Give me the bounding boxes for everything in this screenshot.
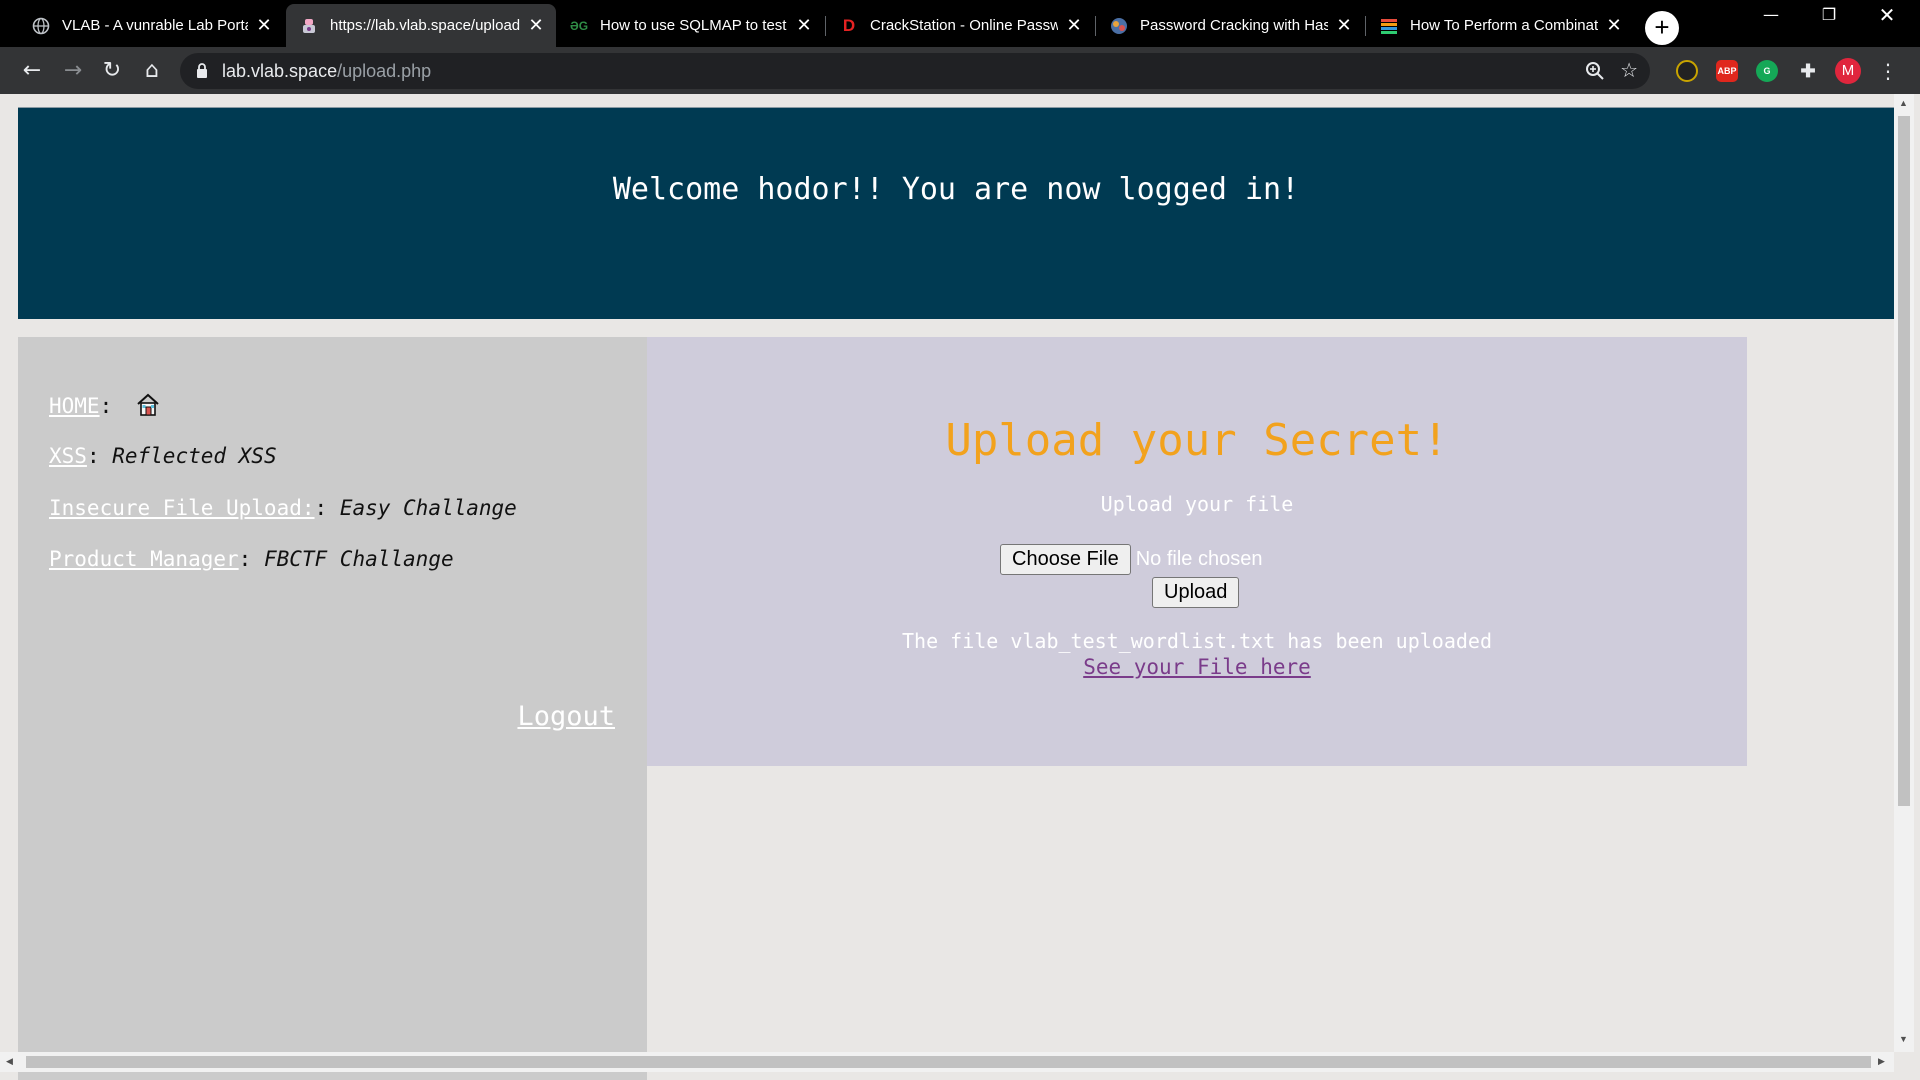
- lab-icon: [300, 17, 318, 35]
- upload-message: The file vlab_test_wordlist.txt has been…: [901, 629, 1492, 653]
- choose-file-button[interactable]: Choose File: [1000, 544, 1131, 575]
- close-tab-icon[interactable]: ✕: [526, 15, 546, 36]
- product-manager-link[interactable]: Product Manager: [49, 547, 239, 571]
- home-link[interactable]: HOME: [49, 394, 100, 418]
- reload-button[interactable]: ↻: [96, 55, 128, 87]
- home-button[interactable]: ⌂: [136, 55, 168, 87]
- nav-home: HOME:: [49, 392, 161, 418]
- globe-icon: [32, 17, 50, 35]
- url-path: /upload.php: [337, 61, 432, 81]
- tab-crackstation[interactable]: D CrackStation - Online Password ✕: [826, 4, 1094, 47]
- forward-button[interactable]: →: [57, 55, 89, 87]
- upload-subtitle: Upload your file: [1100, 492, 1294, 516]
- file-status: No file chosen: [1135, 548, 1263, 570]
- see-file-link[interactable]: See your File here: [1083, 655, 1311, 679]
- scroll-down-arrow-icon[interactable]: ▼: [1899, 1034, 1909, 1044]
- tab-sqlmap[interactable]: ƏG How to use SQLMAP to test ✕: [556, 4, 824, 47]
- minimize-button[interactable]: —: [1742, 0, 1800, 30]
- close-tab-icon[interactable]: ✕: [794, 15, 814, 36]
- tab-upload[interactable]: https://lab.vlab.space/upload.php ✕: [286, 4, 556, 47]
- lock-icon: [197, 63, 207, 78]
- hashcat-icon: [1110, 17, 1128, 35]
- horizontal-scrollbar[interactable]: ◀ ▶: [0, 1052, 1894, 1072]
- tab-hashcat[interactable]: Password Cracking with Hashcat ✕: [1096, 4, 1364, 47]
- vertical-scrollbar[interactable]: ▲ ▼: [1894, 94, 1914, 1052]
- xss-desc: Reflected XSS: [112, 444, 277, 468]
- tab-title: CrackStation - Online Password: [870, 17, 1058, 34]
- see-file-row: See your File here: [647, 655, 1747, 679]
- tab-combination-attack[interactable]: How To Perform a Combination ✕: [1366, 4, 1634, 47]
- zoom-icon[interactable]: [1584, 60, 1606, 82]
- new-tab-button[interactable]: +: [1645, 11, 1679, 45]
- profile-avatar[interactable]: M: [1835, 58, 1861, 84]
- url-text: lab.vlab.space/upload.php: [222, 61, 431, 82]
- puzzle-icon[interactable]: ✚: [1797, 60, 1819, 82]
- url-host: lab.vlab.space: [222, 61, 338, 81]
- close-tab-icon[interactable]: ✕: [1064, 15, 1084, 36]
- tab-strip: VLAB - A vunrable Lab Portal ✕ https://l…: [0, 0, 1920, 47]
- tab-title: How To Perform a Combination: [1410, 17, 1598, 34]
- back-button[interactable]: ←: [16, 55, 48, 87]
- article-icon: [1380, 17, 1398, 35]
- crackstation-icon: D: [842, 15, 856, 35]
- close-window-button[interactable]: ✕: [1858, 0, 1916, 30]
- page-title: Upload your Secret!: [945, 415, 1449, 466]
- tab-title: https://lab.vlab.space/upload.php: [330, 17, 520, 34]
- adblock-icon[interactable]: ABP: [1716, 60, 1738, 82]
- horizontal-scroll-thumb[interactable]: [26, 1056, 1871, 1068]
- upload-button[interactable]: Upload: [1152, 577, 1240, 608]
- welcome-message: Welcome hodor!! You are now logged in!: [612, 172, 1300, 207]
- nav-product-manager: Product Manager: FBCTF Challange: [49, 547, 454, 571]
- upload-panel: Upload your Secret! Upload your file Cho…: [647, 337, 1747, 766]
- house-icon[interactable]: [135, 392, 161, 418]
- site-header: Welcome hodor!! You are now logged in!: [18, 107, 1894, 319]
- close-tab-icon[interactable]: ✕: [1334, 15, 1354, 36]
- sidebar: HOME: XSS: Reflected XSS Insecure File U…: [18, 337, 647, 1080]
- gfg-icon: ƏG: [569, 18, 589, 33]
- file-input: Choose File No file chosen: [1000, 544, 1262, 575]
- menu-kebab-icon[interactable]: ⋮: [1872, 55, 1904, 87]
- nav-file-upload: Insecure File Upload:: Easy Challange: [49, 496, 517, 520]
- product-manager-desc: FBCTF Challange: [263, 547, 454, 571]
- nav-xss: XSS: Reflected XSS: [49, 444, 277, 468]
- bookmark-star-icon[interactable]: ☆: [1620, 58, 1638, 82]
- scroll-left-arrow-icon[interactable]: ◀: [6, 1056, 13, 1067]
- dark-mode-icon[interactable]: [1676, 60, 1698, 82]
- page-viewport: Welcome hodor!! You are now logged in! H…: [0, 94, 1920, 1080]
- scroll-right-arrow-icon[interactable]: ▶: [1878, 1056, 1885, 1067]
- grammarly-icon[interactable]: G: [1756, 60, 1778, 82]
- tab-title: How to use SQLMAP to test: [600, 17, 787, 34]
- tab-title: VLAB - A vunrable Lab Portal: [62, 17, 248, 34]
- file-upload-desc: Easy Challange: [339, 496, 517, 520]
- address-bar[interactable]: lab.vlab.space/upload.php ☆: [180, 53, 1650, 89]
- browser-toolbar: ← → ↻ ⌂ lab.vlab.space/upload.php ☆ ABP …: [0, 47, 1920, 94]
- scroll-up-arrow-icon[interactable]: ▲: [1899, 98, 1909, 108]
- close-tab-icon[interactable]: ✕: [1604, 15, 1624, 36]
- restore-button[interactable]: ❐: [1800, 0, 1858, 30]
- close-tab-icon[interactable]: ✕: [254, 15, 274, 36]
- vertical-scroll-thumb[interactable]: [1898, 116, 1910, 806]
- logout-link[interactable]: Logout: [517, 701, 615, 732]
- tab-title: Password Cracking with Hashcat: [1140, 17, 1328, 34]
- tab-vlab-portal[interactable]: VLAB - A vunrable Lab Portal ✕: [18, 4, 284, 47]
- file-upload-link[interactable]: Insecure File Upload:: [49, 496, 315, 520]
- xss-link[interactable]: XSS: [49, 444, 87, 468]
